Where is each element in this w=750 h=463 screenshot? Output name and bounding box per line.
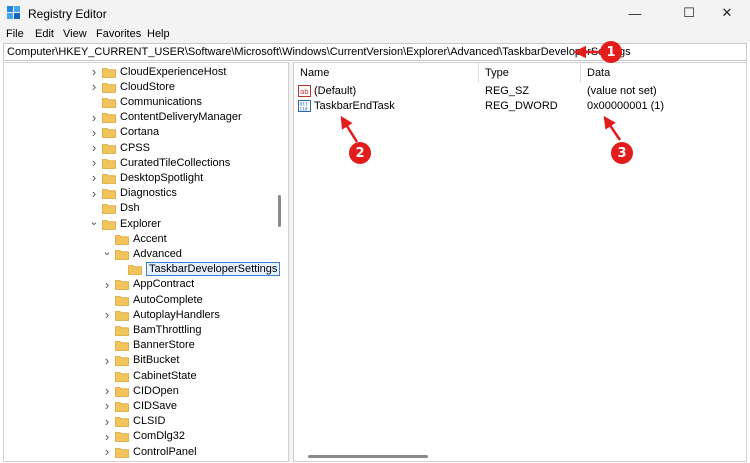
annotation-arrows xyxy=(340,45,622,143)
annotation-badge-3: 3 xyxy=(611,142,633,164)
annotation-arrow-3 xyxy=(603,115,622,141)
annotation-badge-2: 2 xyxy=(349,142,371,164)
annotation-badge-1: 1 xyxy=(600,41,622,63)
annotation-arrow-2 xyxy=(340,115,359,143)
registry-editor-window: Registry Editor — ☐ ✕ File Edit View Fav… xyxy=(0,0,750,463)
